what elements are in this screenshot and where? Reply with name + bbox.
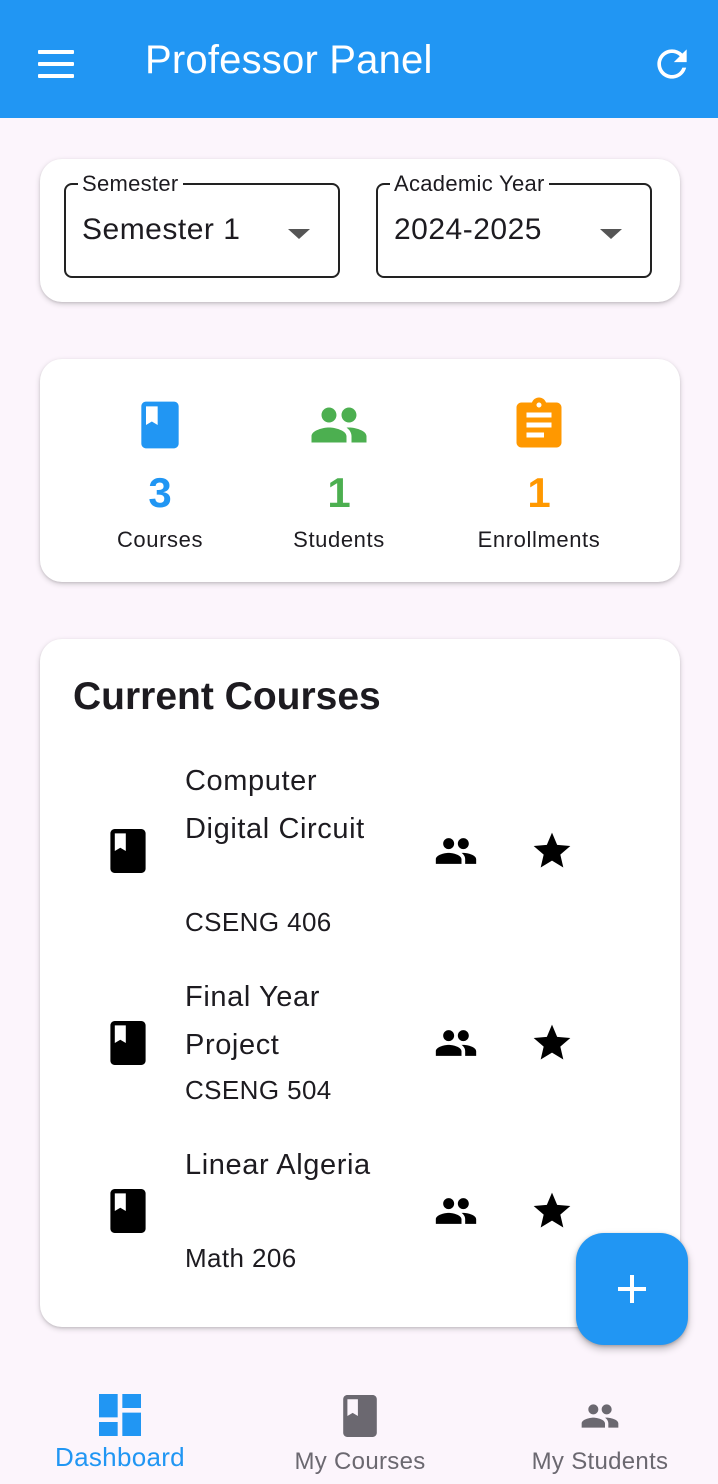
book-icon: [110, 829, 146, 873]
filter-card: Semester Semester 1 Academic Year 2024-2…: [40, 159, 680, 302]
course-item[interactable]: Computer Digital Circuit CSENG 406: [40, 757, 680, 947]
refresh-icon[interactable]: [650, 42, 694, 86]
people-icon: [581, 1404, 619, 1428]
stat-value: 1: [527, 469, 551, 516]
semester-label: Semester: [78, 171, 183, 197]
nav-label: My Courses: [294, 1448, 426, 1475]
course-title: Final Year Project: [185, 981, 320, 1061]
stat-enrollments: 1 Enrollments: [439, 395, 639, 553]
star-icon[interactable]: [530, 1189, 574, 1233]
book-icon: [110, 1189, 146, 1233]
course-code: Math 206: [185, 1243, 297, 1273]
semester-dropdown[interactable]: Semester Semester 1: [64, 171, 340, 278]
dashboard-icon: [99, 1394, 141, 1436]
people-icon[interactable]: [432, 1021, 480, 1065]
stats-card: 3 Courses 1 Students 1 Enrollments: [40, 359, 680, 582]
people-icon[interactable]: [432, 1189, 480, 1233]
nav-item-my-courses[interactable]: My Courses: [240, 1376, 480, 1484]
stat-value: 3: [148, 469, 172, 516]
star-icon[interactable]: [530, 829, 574, 873]
nav-label: Dashboard: [55, 1442, 185, 1472]
stat-students: 1 Students: [239, 395, 439, 553]
course-code: CSENG 406: [185, 907, 332, 937]
bottom-navigation: Dashboard My Courses My Students: [0, 1376, 718, 1484]
section-title: Current Courses: [73, 675, 381, 718]
academic-year-value: 2024-2025: [394, 213, 542, 246]
course-code: CSENG 504: [185, 1075, 332, 1105]
course-title: Linear Algeria: [185, 1149, 371, 1181]
people-icon: [311, 407, 367, 443]
app-bar: Professor Panel: [0, 0, 718, 118]
semester-value: Semester 1: [82, 213, 241, 246]
course-title: Computer Digital Circuit: [185, 765, 365, 845]
stat-label: Students: [293, 527, 385, 552]
book-icon: [343, 1395, 377, 1437]
nav-label: My Students: [531, 1448, 669, 1475]
book-icon: [110, 1021, 146, 1065]
nav-item-dashboard[interactable]: Dashboard: [0, 1376, 240, 1484]
star-icon[interactable]: [530, 1021, 574, 1065]
dropdown-arrow-icon: [288, 229, 310, 239]
stat-label: Courses: [116, 527, 204, 552]
current-courses-card: Current Courses Computer Digital Circuit…: [40, 639, 680, 1327]
stat-value: 1: [327, 469, 351, 516]
people-icon[interactable]: [432, 829, 480, 873]
academic-year-label: Academic Year: [390, 171, 549, 197]
course-item[interactable]: Final Year Project CSENG 504: [40, 973, 680, 1113]
book-icon: [141, 401, 179, 449]
stat-courses: 3 Courses: [60, 395, 260, 553]
nav-item-my-students[interactable]: My Students: [480, 1376, 718, 1484]
dropdown-arrow-icon: [600, 229, 622, 239]
academic-year-dropdown[interactable]: Academic Year 2024-2025: [376, 171, 652, 278]
page-title: Professor Panel: [145, 38, 433, 82]
stat-label: Enrollments: [477, 527, 601, 552]
menu-icon[interactable]: [36, 46, 76, 82]
assignment-icon: [516, 397, 562, 448]
add-course-button[interactable]: [576, 1233, 688, 1345]
